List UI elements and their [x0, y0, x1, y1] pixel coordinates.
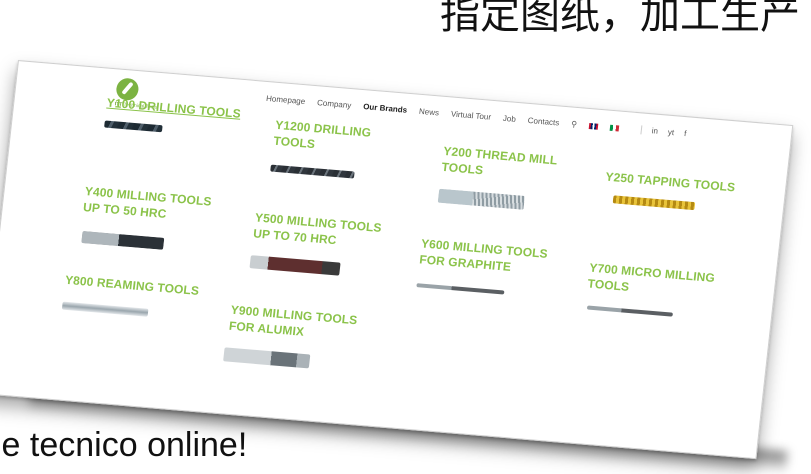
nav-job[interactable]: Job: [502, 114, 516, 124]
end-mill-icon[interactable]: [249, 255, 341, 276]
linkedin-icon[interactable]: in: [651, 126, 658, 135]
ball-mill-icon[interactable]: [223, 347, 311, 369]
product-y600[interactable]: Y600 MILLING TOOLS FOR GRAPHITE: [418, 235, 556, 278]
tap-icon[interactable]: [612, 195, 696, 211]
product-y700[interactable]: Y700 MICRO MILLING TOOLS: [587, 260, 730, 304]
product-title[interactable]: Y250 TAPPING TOOLS: [605, 169, 756, 198]
drill-bit-icon[interactable]: [270, 164, 355, 179]
product-y400[interactable]: Y400 MILLING TOOLS UP TO 50 HRC: [82, 183, 215, 226]
product-title[interactable]: Y400 MILLING TOOLS UP TO 50 HRC: [82, 183, 215, 226]
nav-virtual-tour[interactable]: Virtual Tour: [450, 109, 491, 121]
product-title[interactable]: Y700 MICRO MILLING TOOLS: [587, 260, 730, 304]
nav-homepage[interactable]: Homepage: [266, 94, 306, 106]
product-y200[interactable]: Y200 THREAD MILL TOOLS: [441, 143, 574, 186]
product-title[interactable]: Y100 DRILLING TOOLS: [106, 95, 257, 124]
background-top-text: 指定图纸，加工生产: [440, 0, 800, 38]
reamer-icon[interactable]: [61, 301, 149, 317]
drill-bit-icon[interactable]: [104, 120, 163, 133]
micro-mill-icon[interactable]: [586, 305, 673, 317]
social-links: in yt f: [640, 125, 687, 139]
website-screenshot: ITT Technical Tools Homepage Company Our…: [0, 60, 794, 460]
product-y500[interactable]: Y500 MILLING TOOLS UP TO 70 HRC: [252, 209, 385, 252]
product-y100[interactable]: Y100 DRILLING TOOLS: [106, 95, 257, 124]
search-icon[interactable]: ⚲: [571, 120, 578, 129]
product-title[interactable]: Y500 MILLING TOOLS UP TO 70 HRC: [252, 209, 385, 252]
product-y900[interactable]: Y900 MILLING TOOLS FOR ALUMIX: [228, 302, 361, 345]
micro-mill-icon[interactable]: [416, 283, 505, 295]
end-mill-icon[interactable]: [81, 231, 165, 250]
english-flag-icon[interactable]: [588, 122, 599, 130]
nav-our-brands[interactable]: Our Brands: [363, 102, 408, 115]
product-title[interactable]: Y1200 DRILLING TOOLS: [273, 117, 376, 158]
product-title[interactable]: Y600 MILLING TOOLS FOR GRAPHITE: [418, 235, 556, 278]
product-y1200[interactable]: Y1200 DRILLING TOOLS: [273, 117, 376, 158]
italian-flag-icon[interactable]: [609, 124, 620, 132]
background-bottom-text: le tecnico online!: [0, 426, 248, 464]
nav-company[interactable]: Company: [317, 98, 352, 110]
product-title[interactable]: Y900 MILLING TOOLS FOR ALUMIX: [228, 302, 361, 345]
product-title[interactable]: Y800 REAMING TOOLS: [64, 272, 205, 300]
nav-news[interactable]: News: [419, 107, 440, 118]
product-y250[interactable]: Y250 TAPPING TOOLS: [605, 169, 756, 198]
product-y800[interactable]: Y800 REAMING TOOLS: [64, 272, 205, 300]
thread-mill-icon[interactable]: [437, 188, 525, 210]
nav-contacts[interactable]: Contacts: [527, 116, 559, 128]
youtube-icon[interactable]: yt: [667, 128, 674, 137]
product-title[interactable]: Y200 THREAD MILL TOOLS: [441, 143, 574, 186]
facebook-icon[interactable]: f: [684, 129, 687, 138]
